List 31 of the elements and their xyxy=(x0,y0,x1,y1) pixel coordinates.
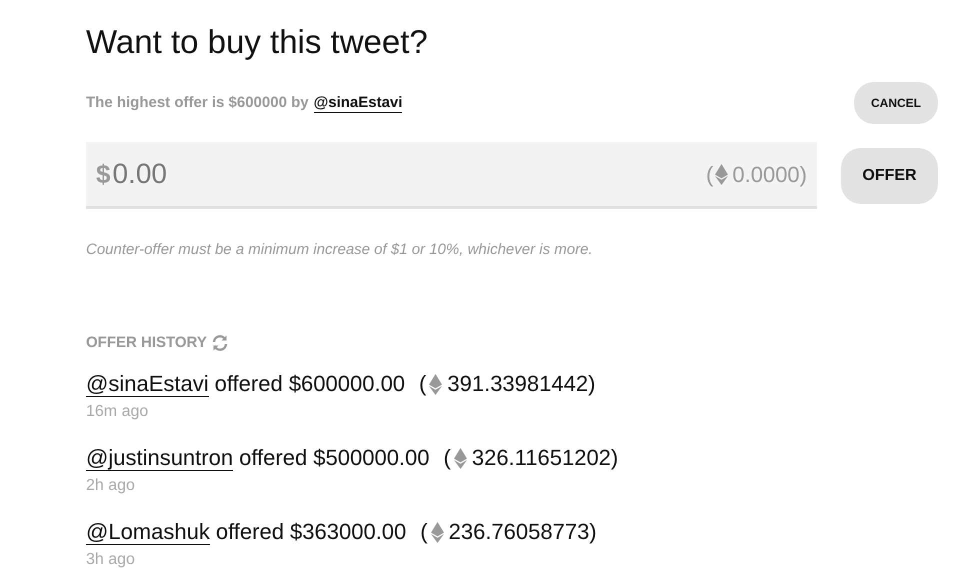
cancel-button[interactable]: CANCEL xyxy=(854,82,938,124)
refresh-icon[interactable] xyxy=(210,334,229,352)
section-heading: OFFER HISTORY xyxy=(86,332,207,352)
ethereum-icon xyxy=(454,448,467,468)
currency-symbol: $ xyxy=(96,158,110,190)
ethereum-icon xyxy=(715,164,728,184)
user-link[interactable]: @sinaEstavi xyxy=(314,94,402,113)
ethereum-icon xyxy=(429,374,442,394)
eth-paren: ( xyxy=(420,518,428,546)
offer-button[interactable]: OFFER xyxy=(841,148,938,204)
timestamp: 16m ago xyxy=(86,402,148,422)
eth-paren: ( xyxy=(706,160,714,188)
hint-text: Counter-offer must be a minimum increase of $1 or 10%, whichever is more. xyxy=(86,240,593,260)
highest-offer-text: The highest offer is $600000 by xyxy=(86,92,309,113)
offer-input-field[interactable]: 0.00 xyxy=(112,153,706,195)
user-link[interactable]: @justinsuntron xyxy=(86,446,234,471)
eth-amount: 0.0000) xyxy=(732,160,807,188)
dialog-title: Want to buy this tweet? xyxy=(86,22,428,62)
timestamp: 2h ago xyxy=(86,476,135,496)
ethereum-icon xyxy=(430,522,444,542)
eth-paren: ( xyxy=(444,444,451,472)
eth-amount: 326.11651202) xyxy=(472,444,618,472)
offer-text: offered $600000.00 xyxy=(214,370,406,398)
offer-text: offered $363000.00 xyxy=(216,518,406,546)
eth-amount: 236.76058773) xyxy=(448,518,597,546)
user-link[interactable]: @sinaEstavi xyxy=(86,372,209,397)
user-link[interactable]: @Lomashuk xyxy=(86,520,210,545)
timestamp: 3h ago xyxy=(86,550,135,570)
eth-amount: 391.33981442) xyxy=(447,370,596,398)
offer-text: offered $500000.00 xyxy=(239,444,430,472)
eth-paren: ( xyxy=(419,370,426,398)
